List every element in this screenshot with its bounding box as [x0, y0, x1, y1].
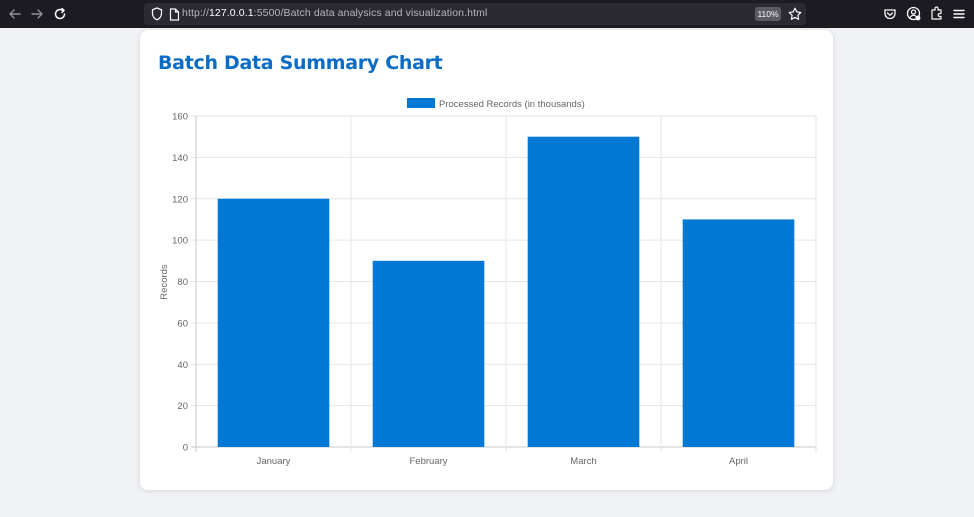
y-tick-label: 140: [172, 153, 188, 164]
bar-chart: Processed Records (in thousands) Records…: [159, 98, 817, 467]
url-text[interactable]: http://127.0.0.1:5500/Batch data analysi…: [182, 7, 487, 19]
bar-january: [217, 198, 330, 447]
x-tick-label: January: [257, 456, 291, 467]
bar-february: [372, 260, 485, 447]
y-tick-label: 20: [177, 401, 188, 412]
url-scheme: http://: [182, 7, 209, 19]
y-tick-label: 40: [177, 360, 188, 371]
y-tick-label: 120: [172, 194, 188, 205]
y-tick-label: 160: [172, 112, 188, 123]
chart-card: Batch Data Summary Chart Processed Recor…: [140, 30, 833, 490]
pocket-icon[interactable]: [882, 6, 898, 22]
url-host: 127.0.0.1: [208, 7, 254, 19]
y-tick-label: 60: [177, 318, 188, 329]
y-tick-label: 0: [183, 443, 188, 454]
extensions-icon[interactable]: [929, 5, 945, 22]
x-tick-label: April: [729, 456, 748, 467]
y-axis-ticks: 0 20 40 60 80 100 120 140 160: [172, 112, 188, 454]
page-icon[interactable]: [167, 6, 181, 22]
x-tick-label: February: [409, 456, 447, 467]
url-path: :5500/Batch data analysics and visualiza…: [253, 7, 488, 19]
bar-march: [527, 136, 640, 447]
back-icon[interactable]: [6, 5, 24, 23]
forward-icon[interactable]: [28, 5, 46, 23]
legend-swatch: [407, 98, 435, 108]
zoom-level-badge[interactable]: 110%: [755, 7, 781, 21]
y-axis-label: Records: [159, 264, 170, 300]
shield-icon[interactable]: [149, 6, 165, 22]
x-axis-ticks: January February March April: [257, 456, 748, 467]
legend-label: Processed Records (in thousands): [439, 99, 585, 110]
account-icon[interactable]: [905, 5, 922, 22]
bar-april: [682, 219, 795, 447]
browser-toolbar: http://127.0.0.1:5500/Batch data analysi…: [0, 0, 974, 28]
bookmark-star-icon[interactable]: [787, 6, 803, 22]
y-tick-label: 80: [177, 277, 188, 288]
address-bar[interactable]: http://127.0.0.1:5500/Batch data analysi…: [144, 3, 806, 25]
menu-icon[interactable]: [951, 6, 967, 22]
reload-icon[interactable]: [51, 5, 69, 23]
y-tick-label: 100: [172, 236, 188, 247]
chart-legend: Processed Records (in thousands): [407, 98, 585, 110]
x-tick-label: March: [570, 456, 596, 467]
